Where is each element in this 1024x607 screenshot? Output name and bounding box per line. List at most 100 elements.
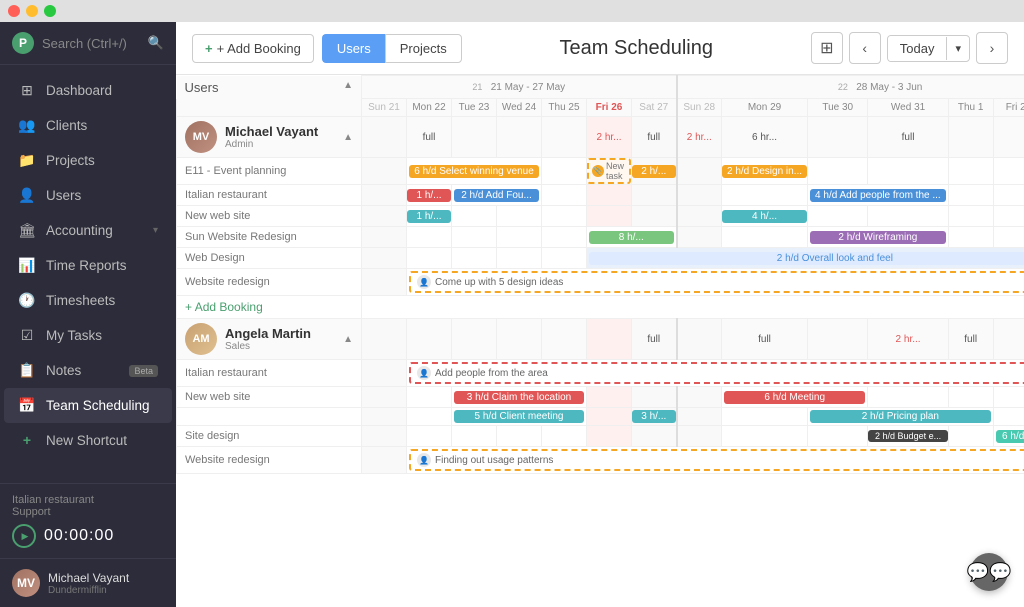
- next-button[interactable]: ›: [976, 32, 1008, 64]
- today-dropdown-arrow[interactable]: ▾: [946, 37, 969, 60]
- sidebar-search[interactable]: P Search (Ctrl+/) 🔍: [0, 22, 176, 65]
- webdesign-m-sun21: [362, 248, 407, 269]
- michael-add-booking-label[interactable]: + Add Booking: [177, 296, 362, 319]
- day-thu25: Thu 25: [542, 99, 587, 117]
- newweb-a-claim[interactable]: 3 h/d Claim the location: [454, 391, 584, 404]
- newweb-m-mon22: 1 h/...: [407, 206, 452, 227]
- newweb-angela-label: New web site: [177, 387, 362, 408]
- sunweb-m-wireframing[interactable]: 2 h/d Wireframing: [810, 231, 946, 244]
- week2-header: 22 28 May - 3 Jun: [677, 76, 1024, 99]
- e11-label: E11 - Event planning: [177, 158, 362, 185]
- e11-new-task[interactable]: 📎 New task: [587, 158, 631, 184]
- users-icon: 👤: [18, 187, 36, 204]
- angela-collapse-icon[interactable]: ▲: [343, 334, 353, 345]
- newweb-a-meeting[interactable]: 6 h/d Meeting: [724, 391, 865, 404]
- users-collapse-icon[interactable]: ▲: [343, 80, 353, 91]
- newweb-a-sat27: [632, 387, 677, 408]
- schedule-area: Users ▲ 21 21 May - 27 May 22 28 May - 3…: [176, 75, 1024, 607]
- day-sat27: Sat 27: [632, 99, 677, 117]
- italian-a-dashed[interactable]: 👤 Add people from the area: [409, 362, 1024, 384]
- minimize-btn[interactable]: [26, 5, 38, 17]
- notes-beta-badge: Beta: [129, 365, 158, 377]
- webdesign-m-tue23: [452, 248, 497, 269]
- e11-fri2: [993, 158, 1024, 185]
- michael-summary-tue23: [452, 117, 497, 158]
- project-webdesign-michael-row: Web Design 2 h/d Overall look and feel: [177, 248, 1024, 269]
- angela-summary-wed24: [497, 319, 542, 360]
- sunweb-m-mon22: [407, 227, 452, 248]
- projects-icon: 📁: [18, 152, 36, 169]
- sidebar-item-timesheets[interactable]: 🕐 Timesheets: [4, 283, 172, 318]
- add-booking-button[interactable]: + + Add Booking: [192, 34, 314, 63]
- sidebar-item-accounting[interactable]: 🏛 Accounting ▾: [4, 213, 172, 248]
- tab-users[interactable]: Users: [322, 34, 385, 63]
- michael-info: MV Michael Vayant Admin ▲: [185, 121, 353, 153]
- newweb-a2-fri2: [993, 408, 1024, 426]
- sitedesign-a-sat27: [632, 426, 677, 447]
- add-booking-plus-icon: +: [185, 300, 192, 314]
- angela-summary-wed31: 2 hr...: [868, 319, 948, 360]
- sidebar-item-projects[interactable]: 📁 Projects: [4, 143, 172, 178]
- websiteredesign-a-dashed[interactable]: 👤 Finding out usage patterns: [409, 449, 1024, 471]
- project-italian-angela-row: Italian restaurant 👤 Add people from the…: [177, 360, 1024, 387]
- sidebar-item-time-reports[interactable]: 📊 Time Reports: [4, 248, 172, 283]
- websiteredesign-angela-label: Website redesign: [177, 447, 362, 474]
- day-mon22: Mon 22: [407, 99, 452, 117]
- newweb-m-mon22-booking[interactable]: 1 h/...: [407, 210, 451, 223]
- search-icon[interactable]: 🔍: [148, 35, 164, 51]
- timer-project: Italian restaurant Support: [12, 494, 164, 518]
- maximize-btn[interactable]: [44, 5, 56, 17]
- sidebar-item-clients[interactable]: 👥 Clients: [4, 108, 172, 143]
- sidebar-item-new-shortcut[interactable]: + New Shortcut: [4, 423, 172, 457]
- sidebar-item-label: Dashboard: [46, 83, 158, 98]
- websiteredesign-a-sun21: [362, 447, 407, 474]
- michael-collapse-icon[interactable]: ▲: [343, 132, 353, 143]
- italian-m-sat27: [632, 185, 677, 206]
- michael-name: Michael Vayant: [225, 124, 318, 139]
- e11-mon29-booking[interactable]: 2 h/d Design in...: [722, 165, 807, 178]
- chat-bubble-button[interactable]: 💬: [970, 553, 1008, 591]
- italian-m-add-fou[interactable]: 2 h/d Add Fou...: [454, 189, 539, 202]
- sunweb-m-wed24: [497, 227, 542, 248]
- prev-button[interactable]: ‹: [849, 32, 881, 64]
- websiteredesign-m-dashed[interactable]: 👤 Come up with 5 design ideas: [409, 271, 1024, 293]
- search-placeholder: Search (Ctrl+/): [42, 36, 140, 51]
- schedule-scroll[interactable]: Users ▲ 21 21 May - 27 May 22 28 May - 3…: [176, 75, 1024, 607]
- close-btn[interactable]: [8, 5, 20, 17]
- newweb-m-mon29-booking[interactable]: 4 h/...: [722, 210, 807, 223]
- newweb-a-sun21: [362, 387, 407, 408]
- sidebar-item-my-tasks[interactable]: ☑ My Tasks: [4, 318, 172, 353]
- angela-info: AM Angela Martin Sales ▲: [185, 323, 353, 355]
- page-title: Team Scheduling: [470, 37, 803, 60]
- sidebar-item-team-scheduling[interactable]: 📅 Team Scheduling: [4, 388, 172, 423]
- grid-view-button[interactable]: ⊞: [811, 32, 843, 64]
- tab-projects[interactable]: Projects: [385, 34, 462, 63]
- newweb-a-client-meeting[interactable]: 5 h/d Client meeting: [454, 410, 584, 423]
- italian-m-add-people[interactable]: 4 h/d Add people from the ...: [810, 189, 946, 202]
- today-label[interactable]: Today: [888, 36, 947, 61]
- project-e11-row: E11 - Event planning 6 h/d Select winnin…: [177, 158, 1024, 185]
- main-content: + + Add Booking Users Projects Team Sche…: [176, 22, 1024, 607]
- michael-summary-fri2: [993, 117, 1024, 158]
- sidebar-item-users[interactable]: 👤 Users: [4, 178, 172, 213]
- newweb-a-pricing[interactable]: 2 h/d Pricing plan: [810, 410, 991, 423]
- newweb-a-3h-sat[interactable]: 3 h/...: [632, 410, 676, 423]
- sunweb-m-8hd[interactable]: 8 h/...: [589, 231, 674, 244]
- italian-michael-label: Italian restaurant: [177, 185, 362, 206]
- newweb-a2-sat27: 3 h/...: [632, 408, 677, 426]
- sidebar-item-notes[interactable]: 📋 Notes Beta: [4, 353, 172, 388]
- timer-play-button[interactable]: [12, 524, 36, 548]
- angela-role: Sales: [225, 341, 311, 352]
- italian-m-thu1: [948, 185, 993, 206]
- e11-mon-wed: 6 h/d Select winning venue: [407, 158, 542, 185]
- sitedesign-a-budget[interactable]: 2 h/d Budget e...: [868, 430, 947, 442]
- italian-m-mon22-booking[interactable]: 1 h/...: [407, 189, 451, 202]
- e11-booking-select-venue[interactable]: 6 h/d Select winning venue: [409, 165, 539, 178]
- italian-m-mon29: [722, 185, 808, 206]
- sitedesign-a-pricing-p[interactable]: 6 h/d Pricing p...: [996, 430, 1024, 443]
- e11-sat27-booking[interactable]: 2 h/...: [632, 165, 676, 178]
- sidebar-item-dashboard[interactable]: ⊞ Dashboard: [4, 73, 172, 108]
- webdesign-m-overall[interactable]: 2 h/d Overall look and feel: [589, 252, 1024, 265]
- angela-name: Angela Martin: [225, 326, 311, 341]
- newweb-a2-tue-thu: 5 h/d Client meeting: [452, 408, 587, 426]
